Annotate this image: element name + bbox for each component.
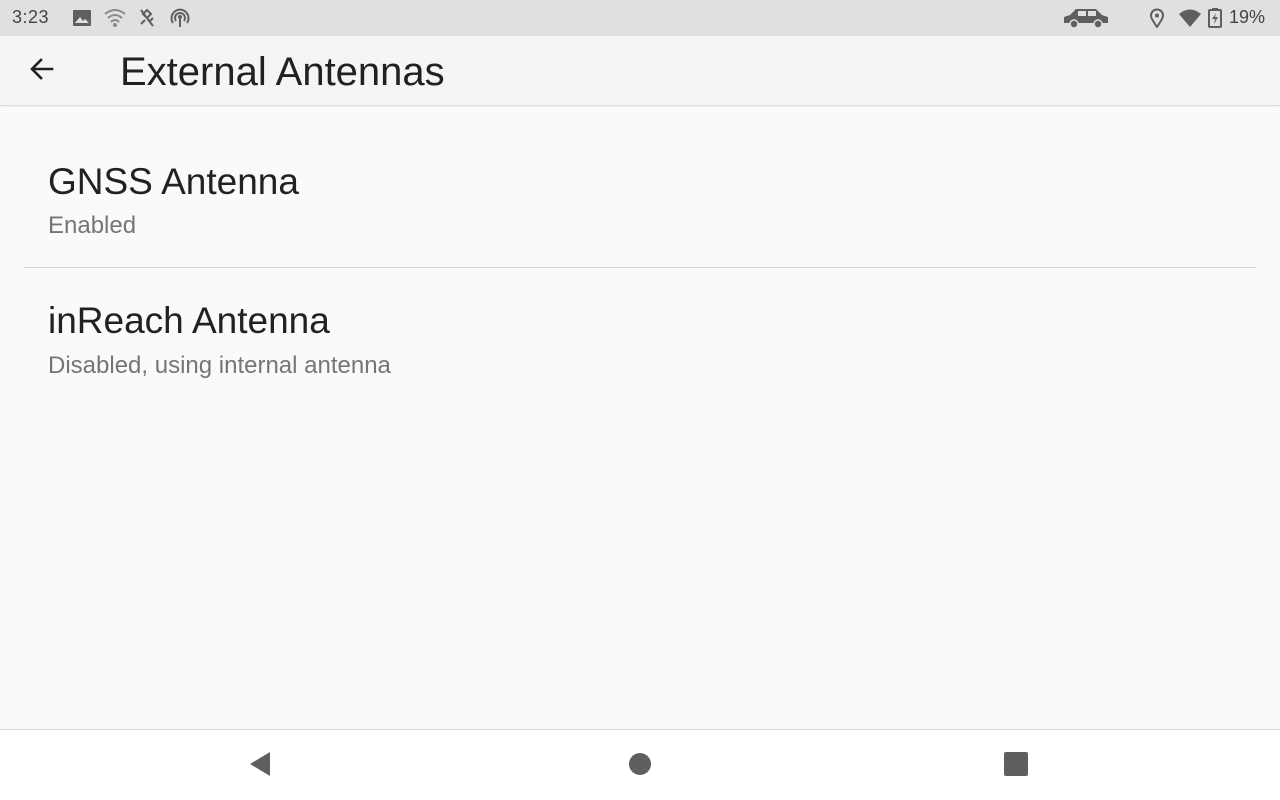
car-icon bbox=[1060, 5, 1112, 31]
nav-home-button[interactable] bbox=[620, 746, 660, 786]
pref-item-gnss-antenna[interactable]: GNSS Antenna Enabled bbox=[0, 106, 1280, 267]
arrow-back-icon bbox=[28, 55, 56, 88]
status-time: 3:23 bbox=[12, 7, 50, 27]
home-circle-icon bbox=[628, 752, 652, 781]
screen: 3:23 19% External Antennas GNSS Antenna … bbox=[0, 0, 1280, 800]
battery-percent: 19% bbox=[1229, 7, 1266, 27]
page-title: External Antennas bbox=[120, 50, 445, 94]
location-icon bbox=[1147, 8, 1167, 29]
pref-summary: Enabled bbox=[48, 212, 137, 239]
navigation-bar bbox=[0, 729, 1280, 800]
nav-back-button[interactable] bbox=[240, 746, 280, 786]
back-button[interactable] bbox=[20, 49, 64, 93]
recents-square-icon bbox=[1004, 751, 1028, 781]
pref-title: GNSS Antenna bbox=[48, 161, 299, 202]
nav-recents-button[interactable] bbox=[996, 746, 1036, 786]
wifi-icon bbox=[103, 8, 127, 28]
pref-item-inreach-antenna[interactable]: inReach Antenna Disabled, using internal… bbox=[0, 268, 1280, 408]
wifi-signal-icon bbox=[1178, 8, 1202, 28]
image-icon bbox=[72, 8, 92, 28]
pref-title: inReach Antenna bbox=[48, 300, 330, 341]
status-bar: 3:23 19% bbox=[0, 0, 1280, 36]
battery-charging-icon bbox=[1208, 8, 1222, 28]
satellite-off-icon bbox=[137, 8, 157, 28]
back-triangle-icon bbox=[248, 751, 272, 782]
app-bar: External Antennas bbox=[0, 36, 1280, 106]
pref-summary: Disabled, using internal antenna bbox=[48, 352, 391, 379]
hotspot-icon bbox=[170, 8, 190, 28]
